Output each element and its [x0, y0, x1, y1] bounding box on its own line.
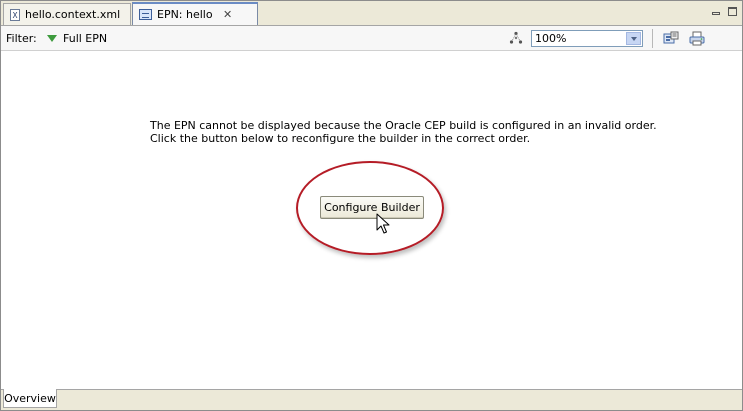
- message-line: Click the button below to reconfigure th…: [150, 132, 531, 145]
- zoom-select[interactable]: 100%: [531, 30, 643, 47]
- invalid-build-order-message: The EPN cannot be displayed because the …: [150, 119, 657, 145]
- filter-dropdown[interactable]: Full EPN: [47, 30, 107, 46]
- epn-canvas: The EPN cannot be displayed because the …: [1, 51, 742, 389]
- tab-label: EPN: hello: [157, 8, 213, 21]
- print-icon[interactable]: [689, 31, 705, 46]
- editor-tab-bar: X hello.context.xml EPN: hello ✕: [1, 1, 742, 26]
- configure-builder-button[interactable]: Configure Builder: [320, 196, 424, 219]
- tab-overview[interactable]: Overview: [3, 389, 57, 408]
- tab-hello-context-xml[interactable]: X hello.context.xml: [3, 3, 131, 25]
- filter-label: Filter:: [6, 32, 37, 45]
- auto-layout-icon[interactable]: [509, 31, 523, 45]
- chevron-down-icon: [630, 36, 637, 41]
- maximize-icon: [728, 7, 737, 16]
- tab-label: Overview: [4, 391, 56, 405]
- tab-label: hello.context.xml: [25, 8, 121, 21]
- minimize-button[interactable]: [709, 6, 722, 17]
- zoom-dropdown-button[interactable]: [626, 32, 641, 45]
- export-image-icon[interactable]: [663, 31, 679, 46]
- tab-epn-hello[interactable]: EPN: hello ✕: [132, 2, 258, 25]
- mouse-pointer-icon: [376, 213, 390, 234]
- xml-file-icon: X: [10, 8, 20, 21]
- message-line: The EPN cannot be displayed because the …: [150, 119, 657, 132]
- minimize-icon: [711, 12, 720, 15]
- close-icon[interactable]: ✕: [223, 9, 233, 20]
- filter-value: Full EPN: [63, 31, 108, 45]
- maximize-button[interactable]: [726, 6, 739, 17]
- bottom-tab-bar: Overview: [1, 389, 742, 410]
- epn-diagram-icon: [139, 9, 152, 20]
- editor-window: X hello.context.xml EPN: hello ✕ Filter:…: [0, 0, 743, 411]
- toolbar-separator: [652, 29, 653, 48]
- filter-triangle-icon: [47, 34, 57, 42]
- zoom-value: 100%: [535, 32, 567, 45]
- epn-toolbar: Filter: Full EPN 100%: [1, 26, 742, 51]
